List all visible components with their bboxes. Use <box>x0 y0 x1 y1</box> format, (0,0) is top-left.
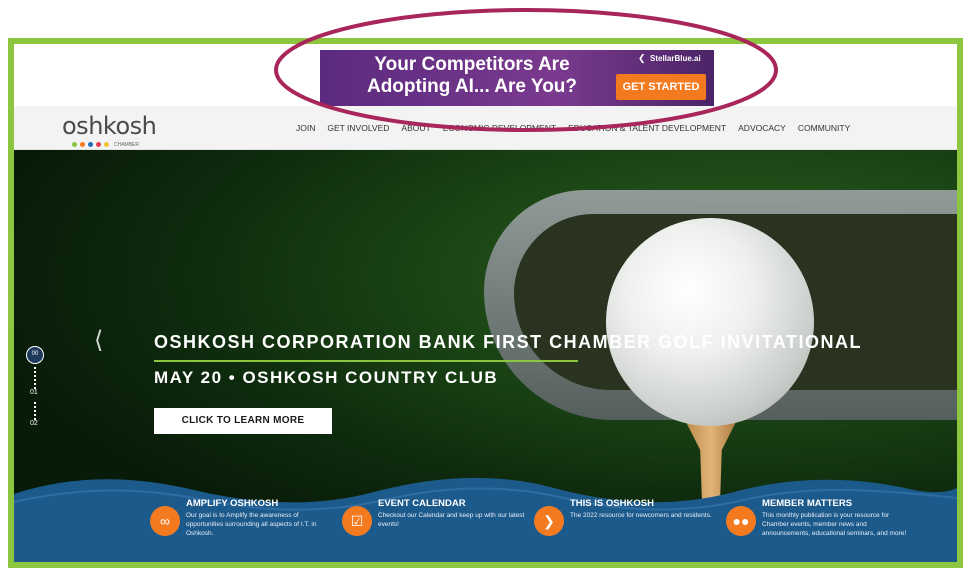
logo[interactable]: oshkosh CHAMBER <box>62 112 157 148</box>
hero-divider <box>154 360 578 362</box>
page: Your Competitors Are Adopting AI... Are … <box>0 0 967 571</box>
pager-divider <box>34 402 36 420</box>
feature-title: MEMBER MATTERS <box>762 498 853 509</box>
pager-item-02[interactable]: 02 <box>30 420 46 427</box>
feature-this-is-oshkosh[interactable]: ❯ THIS IS OSHKOSH The 2022 resource for … <box>534 498 724 562</box>
pager-item-01[interactable]: 01 <box>30 389 46 396</box>
slide-pager: 00 01 02 <box>26 346 46 427</box>
feature-title: AMPLIFY OSHKOSH <box>186 498 279 509</box>
feature-title: THIS IS OSHKOSH <box>570 498 654 509</box>
feature-desc: Our goal is to Amplify the awareness of … <box>186 512 317 537</box>
logo-text: oshkosh <box>62 112 157 140</box>
hero-subtitle: MAY 20 • OSHKOSH COUNTRY CLUB <box>154 368 499 387</box>
logo-subtitle: CHAMBER <box>114 142 140 148</box>
pager-divider <box>34 367 36 389</box>
feature-member-matters[interactable]: ●● MEMBER MATTERS This monthly publicati… <box>726 498 926 562</box>
annotation-ellipse <box>274 8 778 132</box>
feature-event-calendar[interactable]: ☑ EVENT CALENDAR Checkout our Calendar a… <box>342 498 532 562</box>
feature-title: EVENT CALENDAR <box>378 498 466 509</box>
golf-ball-image <box>606 218 814 426</box>
slider-prev-arrow-icon[interactable]: ⟨ <box>94 326 103 354</box>
checkbox-icon: ☑ <box>342 506 372 536</box>
hero-title: OSHKOSH CORPORATION BANK FIRST CHAMBER G… <box>154 332 862 352</box>
logo-dots <box>72 142 109 147</box>
play-arrow-icon: ❯ <box>534 506 564 536</box>
nav-item-community[interactable]: COMMUNITY <box>798 123 850 133</box>
people-icon: ●● <box>726 506 756 536</box>
pager-current[interactable]: 00 <box>26 346 44 364</box>
feature-amplify[interactable]: ∞ AMPLIFY OSHKOSH Our goal is to Amplify… <box>150 498 340 562</box>
feature-desc: Checkout our Calendar and keep up with o… <box>378 512 525 528</box>
feature-desc: This monthly publication is your resourc… <box>762 512 907 537</box>
learn-more-button[interactable]: CLICK TO LEARN MORE <box>154 408 332 434</box>
feature-desc: The 2022 resource for newcomers and resi… <box>570 512 712 519</box>
amplify-icon: ∞ <box>150 506 180 536</box>
